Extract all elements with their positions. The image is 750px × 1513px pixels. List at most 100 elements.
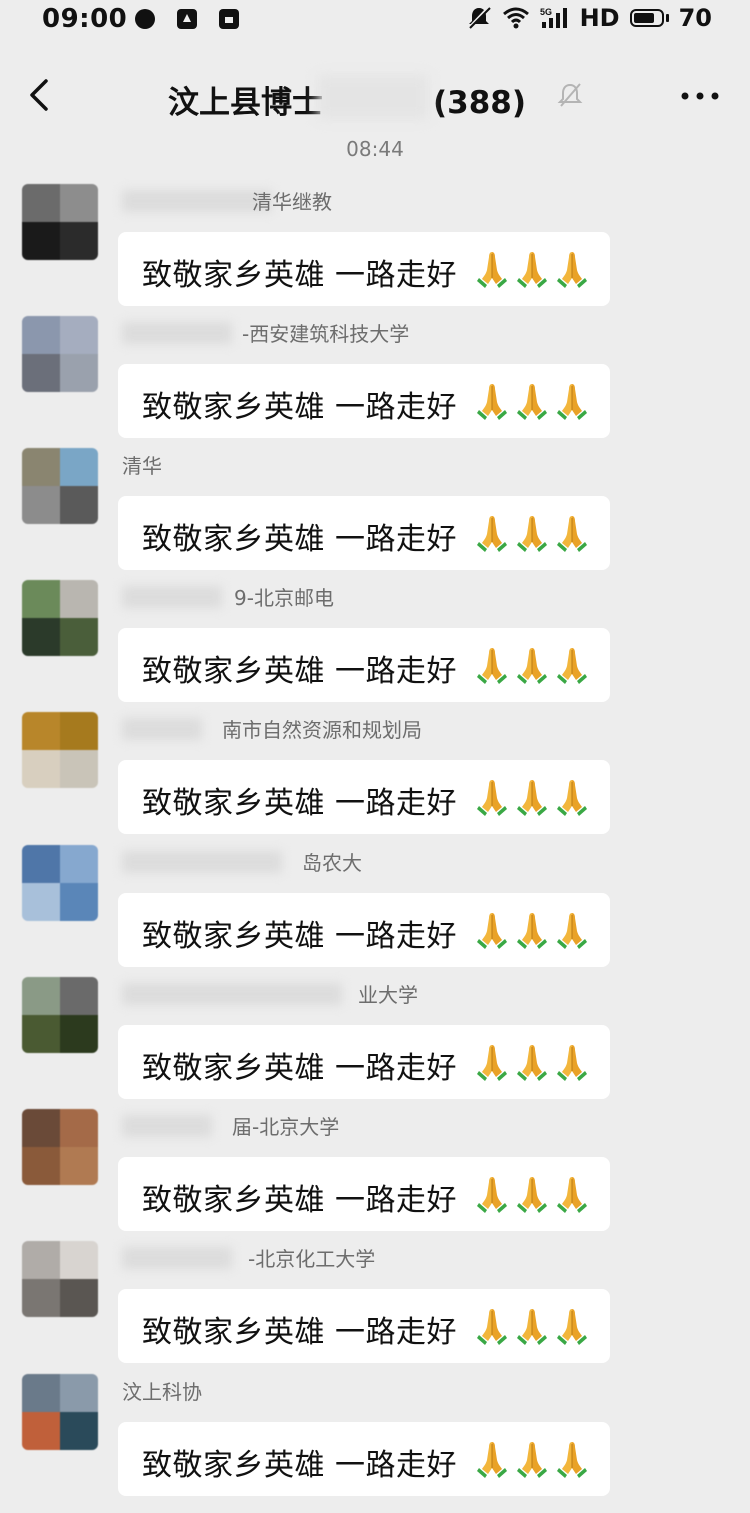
sender-blur-mask bbox=[122, 1247, 232, 1269]
sender-name-wrap: 9-北京邮电 bbox=[122, 582, 482, 612]
emoji-row bbox=[474, 512, 590, 552]
notification-app2-icon bbox=[219, 9, 239, 29]
sender-name: -北京化工大学 bbox=[248, 1247, 376, 1271]
avatar-tile bbox=[22, 316, 60, 354]
status-bar: 09:00 5G HD 70 bbox=[0, 0, 750, 40]
avatar-tile bbox=[22, 1241, 60, 1279]
sender-name: 业大学 bbox=[358, 983, 418, 1007]
sender-name-wrap: 汶上科协 bbox=[122, 1376, 482, 1406]
avatar-tile bbox=[22, 1109, 60, 1147]
avatar-tile bbox=[22, 354, 60, 392]
sender-name-wrap: 南市自然资源和规划局 bbox=[122, 714, 482, 744]
avatar[interactable] bbox=[22, 184, 98, 260]
message-item: -北京化工大学 致敬家乡英雄 一路走好 bbox=[0, 1241, 750, 1373]
more-dots-icon[interactable] bbox=[680, 91, 720, 101]
avatar[interactable] bbox=[22, 1109, 98, 1185]
avatar-tile bbox=[60, 1147, 98, 1185]
message-text: 致敬家乡英雄 一路走好 bbox=[142, 919, 458, 954]
folded-hands-emoji-icon bbox=[557, 1045, 587, 1081]
folded-hands-emoji-icon bbox=[477, 780, 507, 816]
folded-hands-emoji-icon bbox=[517, 1177, 547, 1213]
folded-hands-emoji-icon bbox=[477, 384, 507, 420]
avatar-tile bbox=[22, 712, 60, 750]
sender-name-wrap: 岛农大 bbox=[122, 847, 482, 877]
message-bubble[interactable]: 致敬家乡英雄 一路走好 bbox=[118, 760, 610, 834]
notification-dot-icon bbox=[135, 9, 155, 29]
folded-hands-emoji-icon bbox=[557, 1442, 587, 1478]
sender-name-wrap: 届-北京大学 bbox=[122, 1111, 482, 1141]
message-item: -西安建筑科技大学 致敬家乡英雄 一路走好 bbox=[0, 316, 750, 448]
avatar-tile bbox=[22, 486, 60, 524]
avatar-tile bbox=[22, 580, 60, 618]
avatar-tile bbox=[60, 618, 98, 656]
folded-hands-emoji-icon bbox=[477, 913, 507, 949]
message-item: 清华继教 致敬家乡英雄 一路走好 bbox=[0, 184, 750, 316]
avatar[interactable] bbox=[22, 977, 98, 1053]
avatar-tile bbox=[60, 222, 98, 260]
avatar-tile bbox=[60, 580, 98, 618]
folded-hands-emoji-icon bbox=[557, 648, 587, 684]
message-item: 南市自然资源和规划局 致敬家乡英雄 一路走好 bbox=[0, 712, 750, 844]
avatar-tile bbox=[22, 1279, 60, 1317]
svg-text:5G: 5G bbox=[540, 7, 552, 17]
message-bubble[interactable]: 致敬家乡英雄 一路走好 bbox=[118, 893, 610, 967]
avatar[interactable] bbox=[22, 845, 98, 921]
sender-blur-mask bbox=[122, 1115, 212, 1137]
folded-hands-emoji-icon bbox=[557, 913, 587, 949]
back-arrow-icon[interactable] bbox=[22, 77, 58, 113]
avatar[interactable] bbox=[22, 712, 98, 788]
folded-hands-emoji-icon bbox=[517, 252, 547, 288]
silent-mode-icon bbox=[467, 5, 491, 30]
message-bubble[interactable]: 致敬家乡英雄 一路走好 bbox=[118, 1157, 610, 1231]
sender-name: 清华继教 bbox=[252, 190, 332, 214]
emoji-row bbox=[474, 1438, 590, 1478]
emoji-row bbox=[474, 644, 590, 684]
sender-blur-mask bbox=[122, 718, 202, 740]
avatar-tile bbox=[22, 448, 60, 486]
folded-hands-emoji-icon bbox=[517, 1045, 547, 1081]
message-text: 致敬家乡英雄 一路走好 bbox=[142, 522, 458, 557]
sender-blur-mask bbox=[122, 851, 282, 873]
sender-name: 届-北京大学 bbox=[232, 1115, 340, 1139]
folded-hands-emoji-icon bbox=[517, 1442, 547, 1478]
avatar-tile bbox=[60, 712, 98, 750]
avatar[interactable] bbox=[22, 1374, 98, 1450]
emoji-row bbox=[474, 1305, 590, 1345]
signal-icon: 5G bbox=[540, 7, 567, 28]
battery-level: 70 bbox=[678, 4, 712, 32]
message-item: 届-北京大学 致敬家乡英雄 一路走好 bbox=[0, 1109, 750, 1241]
folded-hands-emoji-icon bbox=[557, 780, 587, 816]
sender-name-wrap: -北京化工大学 bbox=[122, 1243, 482, 1273]
message-item: 9-北京邮电 致敬家乡英雄 一路走好 bbox=[0, 580, 750, 712]
message-text: 致敬家乡英雄 一路走好 bbox=[142, 786, 458, 821]
folded-hands-emoji-icon bbox=[477, 1309, 507, 1345]
sender-name-wrap: -西安建筑科技大学 bbox=[122, 318, 482, 348]
sender-name: 汶上科协 bbox=[122, 1380, 202, 1404]
avatar-tile bbox=[60, 486, 98, 524]
message-bubble[interactable]: 致敬家乡英雄 一路走好 bbox=[118, 1289, 610, 1363]
avatar[interactable] bbox=[22, 448, 98, 524]
chat-header: 汶上县博士 (388) bbox=[0, 55, 750, 135]
avatar-tile bbox=[22, 1412, 60, 1450]
avatar-tile bbox=[22, 1015, 60, 1053]
avatar[interactable] bbox=[22, 580, 98, 656]
sender-blur-mask bbox=[122, 190, 272, 212]
message-bubble[interactable]: 致敬家乡英雄 一路走好 bbox=[118, 1422, 610, 1496]
avatar[interactable] bbox=[22, 316, 98, 392]
message-bubble[interactable]: 致敬家乡英雄 一路走好 bbox=[118, 628, 610, 702]
message-bubble[interactable]: 致敬家乡英雄 一路走好 bbox=[118, 1025, 610, 1099]
message-item: 岛农大 致敬家乡英雄 一路走好 bbox=[0, 845, 750, 977]
avatar-tile bbox=[22, 1374, 60, 1412]
message-bubble[interactable]: 致敬家乡英雄 一路走好 bbox=[118, 364, 610, 438]
avatar-tile bbox=[60, 977, 98, 1015]
message-text: 致敬家乡英雄 一路走好 bbox=[142, 1448, 458, 1483]
avatar-tile bbox=[22, 222, 60, 260]
title-blur-mask bbox=[318, 75, 428, 119]
message-bubble[interactable]: 致敬家乡英雄 一路走好 bbox=[118, 232, 610, 306]
message-bubble[interactable]: 致敬家乡英雄 一路走好 bbox=[118, 496, 610, 570]
sender-name-wrap: 业大学 bbox=[122, 979, 482, 1009]
emoji-row bbox=[474, 909, 590, 949]
avatar-tile bbox=[60, 1374, 98, 1412]
avatar[interactable] bbox=[22, 1241, 98, 1317]
message-item: 业大学 致敬家乡英雄 一路走好 bbox=[0, 977, 750, 1109]
